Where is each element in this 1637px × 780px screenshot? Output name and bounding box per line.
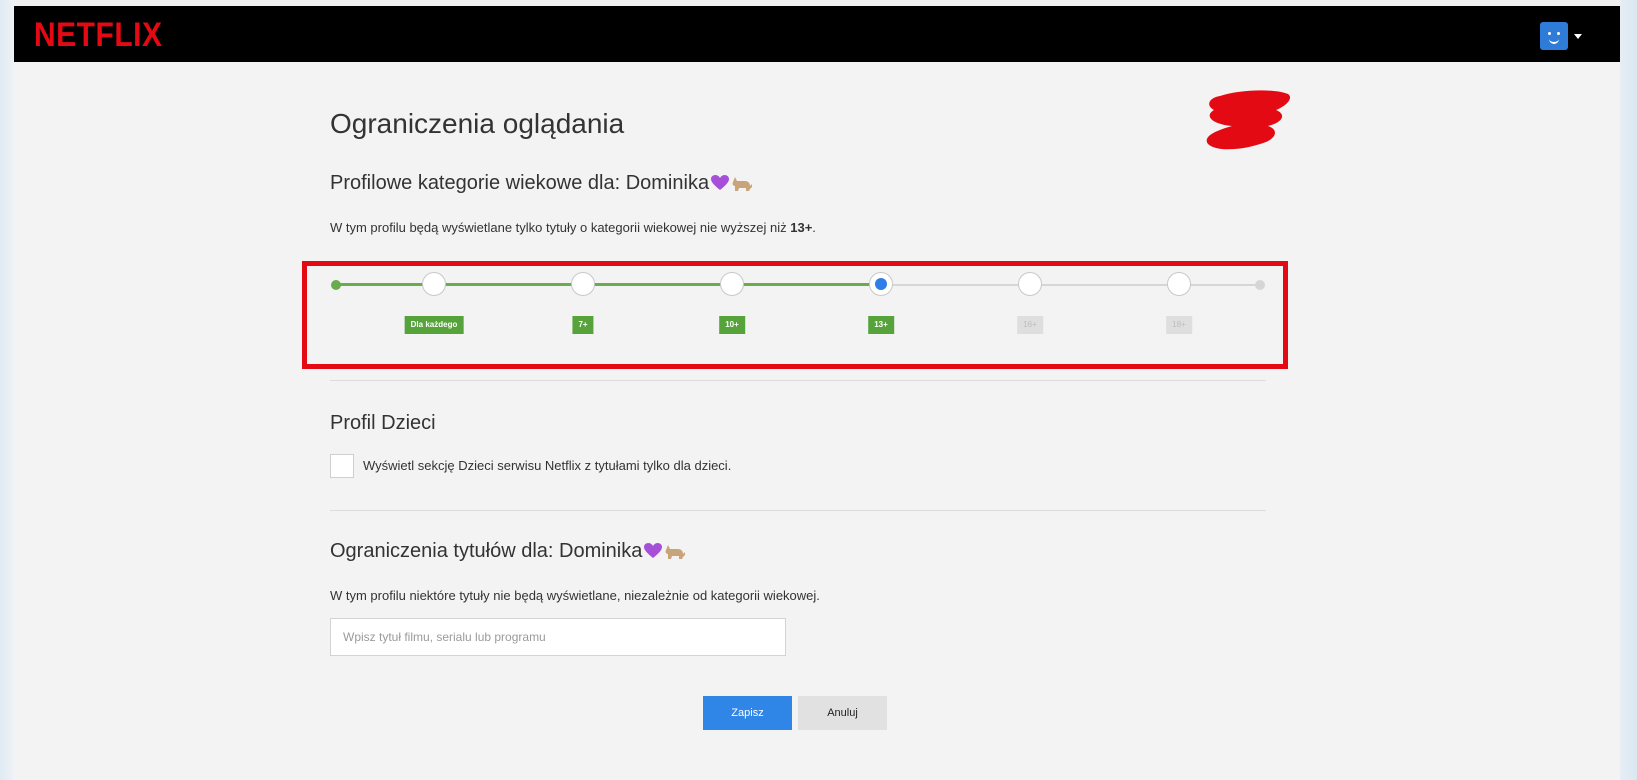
kids-heading: Profil Dzieci bbox=[330, 412, 436, 434]
slider-level-label[interactable]: 16+ bbox=[1017, 316, 1043, 334]
slider-track-fill bbox=[335, 283, 881, 286]
title-restrictions-description: W tym profilu niektóre tytuły nie będą w… bbox=[330, 588, 820, 603]
maturity-description: W tym profilu będą wyświetlane tylko tyt… bbox=[330, 220, 816, 235]
title-restrictions-heading: Ograniczenia tytułów dla: Dominika bbox=[330, 540, 686, 563]
section-divider bbox=[330, 510, 1266, 511]
slider-end-dot bbox=[1255, 280, 1265, 290]
avatar-smile bbox=[1549, 38, 1559, 44]
profile-dropdown-caret-icon[interactable] bbox=[1574, 34, 1582, 39]
slider-level-label[interactable]: 18+ bbox=[1166, 316, 1192, 334]
slider-level-label[interactable]: Dla każdego bbox=[404, 316, 464, 334]
page-background bbox=[14, 6, 1620, 780]
slider-knob-7-[interactable] bbox=[571, 272, 595, 296]
save-button[interactable]: Zapisz bbox=[703, 696, 792, 730]
cat-icon bbox=[665, 545, 686, 559]
maturity-heading: Profilowe kategorie wiekowe dla: Dominik… bbox=[330, 172, 753, 195]
slider-knob-13-[interactable] bbox=[869, 272, 893, 296]
cat-icon bbox=[732, 177, 753, 191]
slider-knob-10-[interactable] bbox=[720, 272, 744, 296]
kids-profile-checkbox[interactable] bbox=[330, 454, 354, 478]
purple-heart-icon bbox=[644, 543, 663, 558]
top-nav: NETFLIX bbox=[14, 6, 1620, 62]
slider-start-dot bbox=[331, 280, 341, 290]
avatar-eye-right bbox=[1557, 32, 1560, 35]
profile-avatar[interactable] bbox=[1540, 22, 1568, 50]
title-search-input[interactable] bbox=[330, 618, 786, 656]
slider-knob-16-[interactable] bbox=[1018, 272, 1042, 296]
slider-level-label[interactable]: 13+ bbox=[868, 316, 894, 334]
maturity-slider[interactable]: Dla każdego 7+ 10+ 13+ 16+ 18+ bbox=[331, 270, 1265, 350]
title-restrictions-heading-text: Ograniczenia tytułów dla: Dominika bbox=[330, 540, 643, 562]
page-title: Ograniczenia oglądania bbox=[330, 108, 625, 139]
slider-knob-18-[interactable] bbox=[1167, 272, 1191, 296]
section-divider bbox=[330, 380, 1266, 381]
kids-profile-checkbox-label: Wyświetl sekcję Dzieci serwisu Netflix z… bbox=[363, 458, 732, 473]
purple-heart-icon bbox=[711, 175, 730, 190]
slider-knob-dla-ka-dego[interactable] bbox=[422, 272, 446, 296]
cancel-button[interactable]: Anuluj bbox=[798, 696, 887, 730]
maturity-description-end: . bbox=[812, 220, 816, 235]
slider-level-label[interactable]: 7+ bbox=[572, 316, 594, 334]
maturity-current-value: 13+ bbox=[790, 220, 813, 235]
maturity-heading-text: Profilowe kategorie wiekowe dla: Dominik… bbox=[330, 172, 710, 194]
netflix-logo[interactable]: NETFLIX bbox=[34, 16, 163, 55]
redaction-scribble bbox=[1206, 90, 1291, 150]
slider-level-label[interactable]: 10+ bbox=[719, 316, 745, 334]
avatar-eye-left bbox=[1548, 32, 1551, 35]
maturity-description-text: W tym profilu będą wyświetlane tylko tyt… bbox=[330, 220, 791, 235]
